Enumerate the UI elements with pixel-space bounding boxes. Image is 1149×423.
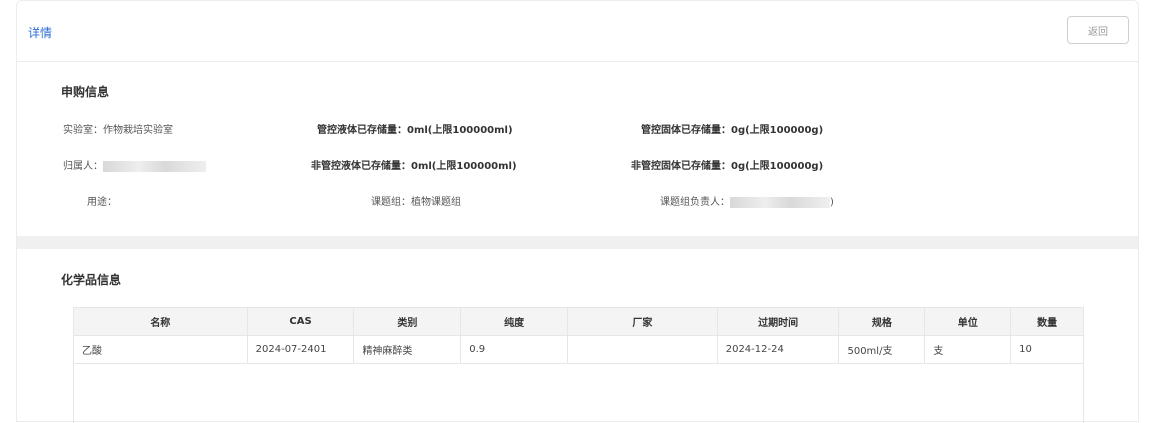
solid-noncontrolled-info: 非管控固体已存储量：0g(上限100000g) [631, 157, 823, 172]
group-value: 植物课题组 [411, 197, 461, 208]
cell-name: 乙酸 [74, 336, 248, 363]
column-header-name: 名称 [74, 308, 248, 335]
leader-suffix: ) [830, 197, 834, 208]
column-header-purity: 纯度 [461, 308, 569, 335]
leader-label: 课题组负责人： [660, 197, 730, 208]
group-label: 课题组： [371, 197, 411, 208]
owner-redacted [103, 160, 206, 172]
column-header-spec: 规格 [839, 308, 926, 335]
solid-controlled-value: 0g(上限100000g) [731, 125, 824, 136]
column-header-cas: CAS [248, 308, 355, 335]
usage-label: 用途： [87, 197, 117, 208]
table-header: 名称 CAS 类别 纯度 厂家 过期时间 规格 单位 数量 [74, 307, 1083, 336]
leader-redacted [730, 196, 830, 208]
lab-label: 实验室： [63, 125, 103, 136]
lab-value: 作物栽培实验室 [103, 125, 173, 136]
section-divider [17, 236, 1138, 249]
usage-info: 用途： [87, 193, 117, 208]
liquid-controlled-label: 管控液体已存储量： [317, 125, 407, 136]
liquid-noncontrolled-label: 非管控液体已存储量： [311, 161, 411, 172]
column-header-category: 类别 [354, 308, 462, 335]
back-button[interactable]: 返回 [1067, 16, 1129, 44]
cell-purity: 0.9 [461, 336, 569, 363]
cell-cas: 2024-07-2401 [248, 336, 355, 363]
leader-info: 课题组负责人：) [660, 193, 834, 208]
column-header-unit: 单位 [925, 308, 1012, 335]
table-row: 乙酸 2024-07-2401 精神麻醉类 0.9 2024-12-24 500… [74, 336, 1083, 364]
purchase-section-title: 申购信息 [61, 85, 110, 99]
solid-noncontrolled-label: 非管控固体已存储量： [631, 161, 731, 172]
liquid-controlled-info: 管控液体已存储量：0ml(上限100000ml) [317, 121, 513, 136]
column-header-quantity: 数量 [1037, 318, 1058, 329]
cell-category: 精神麻醉类 [354, 336, 462, 363]
cell-unit: 支 [925, 336, 1012, 363]
cell-manufacturer [568, 336, 718, 363]
liquid-controlled-value: 0ml(上限100000ml) [407, 125, 513, 136]
group-info: 课题组：植物课题组 [371, 193, 461, 208]
cell-quantity: 10 [1019, 344, 1032, 355]
solid-noncontrolled-value: 0g(上限100000g) [731, 161, 824, 172]
liquid-noncontrolled-value: 0ml(上限100000ml) [411, 161, 517, 172]
detail-card: 详情 返回 申购信息 实验室：作物栽培实验室 管控液体已存储量：0ml(上限10… [16, 0, 1139, 423]
column-header-manufacturer: 厂家 [568, 308, 718, 335]
solid-controlled-label: 管控固体已存储量： [641, 125, 731, 136]
card-header: 详情 返回 [17, 1, 1138, 62]
lab-info: 实验室：作物栽培实验室 [63, 121, 173, 136]
owner-info: 归属人： [63, 157, 206, 172]
cell-spec: 500ml/支 [839, 336, 926, 363]
owner-label: 归属人： [63, 161, 103, 172]
page-title: 详情 [28, 26, 53, 40]
liquid-noncontrolled-info: 非管控液体已存储量：0ml(上限100000ml) [311, 157, 517, 172]
column-header-expiry: 过期时间 [718, 308, 840, 335]
cell-expiry: 2024-12-24 [718, 336, 840, 363]
chemicals-table: 名称 CAS 类别 纯度 厂家 过期时间 规格 单位 数量 乙酸 2024-07… [73, 307, 1084, 423]
solid-controlled-info: 管控固体已存储量：0g(上限100000g) [641, 121, 823, 136]
chemicals-section-title: 化学品信息 [61, 273, 122, 287]
